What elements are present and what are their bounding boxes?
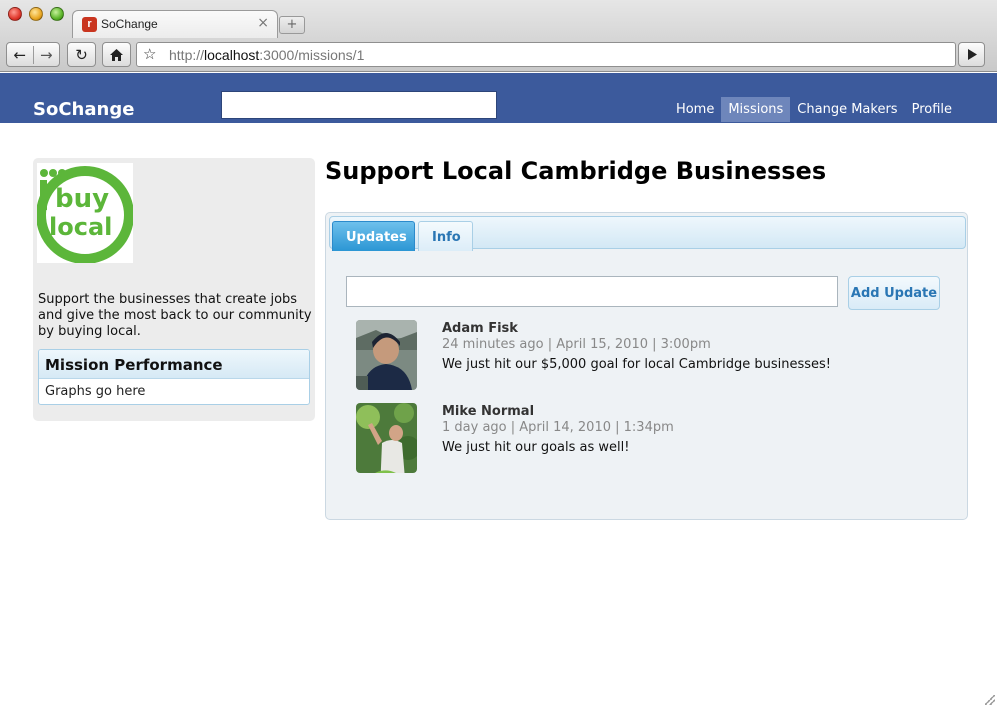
update-meta: 1 day ago | April 14, 2010 | 1:34pm [442, 420, 674, 435]
update-text: We just hit our $5,000 goal for local Ca… [442, 357, 831, 372]
mission-performance-box: Mission Performance Graphs go here [38, 349, 310, 405]
window-resize-handle[interactable] [985, 695, 995, 705]
nav-change-makers[interactable]: Change Makers [790, 97, 904, 122]
minimize-window-button[interactable] [29, 7, 43, 21]
avatar[interactable] [356, 320, 417, 390]
tab-title: SoChange [101, 17, 158, 31]
page-title: Support Local Cambridge Businesses [325, 157, 827, 185]
logo-word-local: local [49, 213, 112, 241]
bookmark-star-icon[interactable]: ☆ [143, 45, 156, 63]
favicon-icon: r [82, 17, 97, 32]
browser-toolbar: ← → ↻ ☆ http://localhost:3000/missions/1 [0, 38, 997, 72]
address-bar[interactable]: ☆ http://localhost:3000/missions/1 [136, 42, 956, 67]
url-text: http://localhost:3000/missions/1 [169, 47, 365, 63]
back-forward-group: ← → [6, 42, 60, 67]
close-window-button[interactable] [8, 7, 22, 21]
nav-profile[interactable]: Profile [905, 97, 959, 122]
site-header: SoChange Home Missions Change Makers Pro… [0, 73, 997, 123]
mission-performance-title: Mission Performance [39, 350, 309, 379]
update-input[interactable] [346, 276, 838, 307]
page-menu-icon[interactable] [958, 42, 985, 67]
mission-description: Support the businesses that create jobs … [38, 292, 312, 339]
main-nav: Home Missions Change Makers Profile [669, 97, 959, 122]
tabs-bar: Updates Info [329, 216, 966, 251]
update-text: We just hit our goals as well! [442, 440, 630, 455]
brand-logo[interactable]: SoChange [33, 99, 134, 120]
update-meta: 24 minutes ago | April 15, 2010 | 3:00pm [442, 337, 711, 352]
window-controls [8, 7, 64, 21]
nav-missions[interactable]: Missions [721, 97, 791, 122]
update-author[interactable]: Adam Fisk [442, 321, 518, 336]
update-item: Mike Normal 1 day ago | April 14, 2010 |… [356, 403, 956, 493]
new-tab-button[interactable]: + [279, 16, 305, 34]
tab-close-icon[interactable]: × [257, 15, 269, 31]
tab-updates[interactable]: Updates [332, 221, 415, 251]
zoom-window-button[interactable] [50, 7, 64, 21]
update-item: Adam Fisk 24 minutes ago | April 15, 201… [356, 320, 956, 410]
browser-tab[interactable]: r SoChange × [72, 10, 278, 38]
avatar[interactable] [356, 403, 417, 473]
home-icon[interactable] [102, 42, 131, 67]
logo-word-buy: buy [55, 184, 109, 214]
update-author[interactable]: Mike Normal [442, 404, 534, 419]
mission-performance-body: Graphs go here [45, 384, 146, 399]
tab-info[interactable]: Info [418, 221, 473, 251]
browser-chrome: r SoChange × + ← → ↻ ☆ http://localhost:… [0, 0, 997, 72]
mission-tabs-panel: Updates Info Add Update Adam Fisk 24 min… [325, 212, 968, 520]
add-update-button[interactable]: Add Update [848, 276, 940, 310]
nav-home[interactable]: Home [669, 97, 721, 122]
site-search-input[interactable] [221, 91, 497, 119]
mission-logo: buy local [36, 163, 134, 264]
mission-sidebar: buy local Support the businesses that cr… [33, 158, 315, 421]
back-icon[interactable]: ← [7, 46, 33, 64]
forward-icon[interactable]: → [32, 45, 60, 64]
reload-icon[interactable]: ↻ [67, 42, 96, 67]
